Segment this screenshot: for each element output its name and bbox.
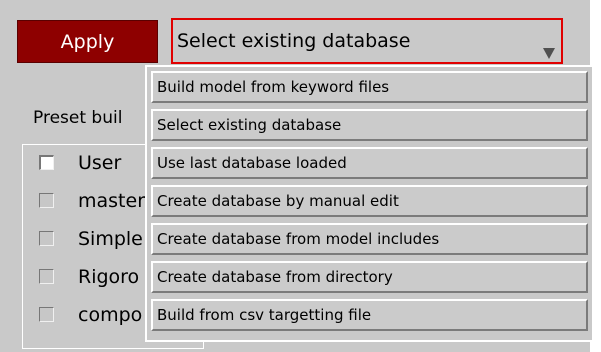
checkbox[interactable]	[39, 155, 54, 170]
menu-item-label: Create database from model includes	[157, 230, 440, 248]
menu-item-use-last[interactable]: Use last database loaded	[151, 147, 588, 179]
menu-item-label: Create database from directory	[157, 268, 393, 286]
preset-item-label: compo	[78, 304, 143, 326]
menu-item-csv-targetting[interactable]: Build from csv targetting file	[151, 299, 588, 331]
menu-item-select-existing[interactable]: Select existing database	[151, 109, 588, 141]
database-dropdown-menu: Build model from keyword files Select ex…	[145, 65, 594, 342]
database-select[interactable]: Select existing database	[171, 18, 563, 64]
menu-item-label: Build from csv targetting file	[157, 306, 372, 324]
preset-item-label: master	[78, 190, 146, 212]
menu-item-label: Build model from keyword files	[157, 78, 390, 96]
triangle-down-icon[interactable]	[543, 48, 555, 59]
checkbox[interactable]	[39, 231, 54, 246]
preset-label: Preset buil	[33, 108, 123, 128]
apply-button[interactable]: Apply	[17, 20, 158, 63]
checkbox[interactable]	[39, 307, 54, 322]
menu-item-model-includes[interactable]: Create database from model includes	[151, 223, 588, 255]
checkbox[interactable]	[39, 269, 54, 284]
menu-item-from-directory[interactable]: Create database from directory	[151, 261, 588, 293]
menu-item-manual-edit[interactable]: Create database by manual edit	[151, 185, 588, 217]
menu-item-label: Create database by manual edit	[157, 192, 399, 210]
checkbox[interactable]	[39, 193, 54, 208]
menu-item-label: Use last database loaded	[157, 154, 347, 172]
database-select-value: Select existing database	[177, 30, 411, 52]
menu-item-build-from-keyword[interactable]: Build model from keyword files	[151, 71, 588, 103]
preset-item-label: Simple	[78, 228, 143, 250]
menu-item-label: Select existing database	[157, 116, 342, 134]
preset-item-label: Rigoro	[78, 266, 140, 288]
preset-item-label: User	[78, 152, 122, 174]
